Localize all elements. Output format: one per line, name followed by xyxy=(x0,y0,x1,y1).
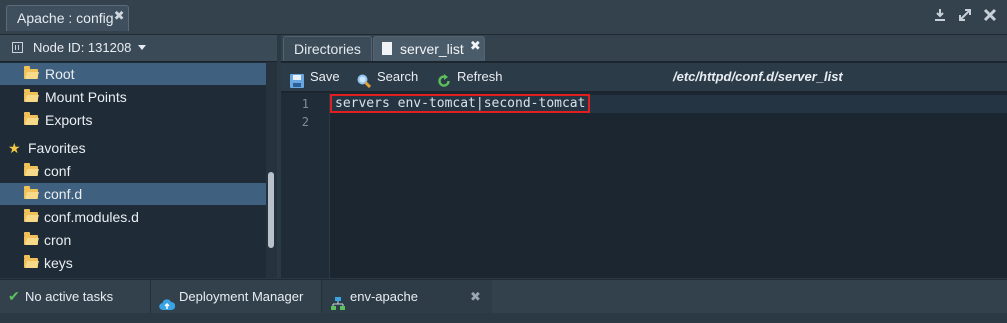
tree-item-label: Root xyxy=(45,66,75,82)
env-apache-label: env-apache xyxy=(350,289,418,304)
tree-item-root[interactable]: Root xyxy=(0,63,275,85)
save-icon xyxy=(290,70,304,88)
tree-item-exports[interactable]: Exports xyxy=(0,109,275,131)
search-button[interactable]: Search xyxy=(357,63,427,91)
highlight-box xyxy=(330,94,590,113)
environment-icon xyxy=(331,290,345,323)
app-tab-title: Apache : config xyxy=(17,10,114,26)
tree-item-label: conf.modules.d xyxy=(44,209,139,225)
task-status-label: No active tasks xyxy=(25,289,114,304)
star-icon: ★ xyxy=(8,140,21,156)
tree-item-conf-modules-d[interactable]: conf.modules.d xyxy=(0,206,275,228)
editor-tabs: Directories server_list ✖ xyxy=(281,35,1007,62)
folder-icon xyxy=(24,232,38,245)
tree-item-keys[interactable]: keys xyxy=(0,252,275,274)
folder-icon xyxy=(24,255,38,268)
tree-item-cron[interactable]: cron xyxy=(0,229,275,251)
download-icon[interactable] xyxy=(932,8,948,24)
node-selector[interactable]: Node ID: 131208 xyxy=(0,35,277,62)
scrollbar-thumb[interactable] xyxy=(268,172,274,248)
folder-icon xyxy=(24,209,38,222)
editor-panel: Directories server_list ✖ Save Search Re… xyxy=(281,35,1007,278)
tree-item-label: Exports xyxy=(45,112,93,128)
close-tab-icon[interactable]: ✖ xyxy=(114,3,125,28)
divider xyxy=(150,280,151,313)
app-tab[interactable]: Apache : config ✖ xyxy=(6,5,129,31)
close-tab-icon[interactable]: ✖ xyxy=(470,34,481,58)
editor-toolbar: Save Search Refresh /etc/httpd/conf.d/se… xyxy=(281,63,1007,92)
folder-icon xyxy=(24,163,38,176)
line-number-gutter: 1 2 xyxy=(281,93,330,278)
tree-item-label: Mount Points xyxy=(45,89,127,105)
node-id-label: Node ID: 131208 xyxy=(33,40,132,55)
tab-directories[interactable]: Directories xyxy=(283,36,372,61)
document-icon xyxy=(382,42,392,55)
deployment-manager-label: Deployment Manager xyxy=(179,289,304,304)
check-icon: ✔ xyxy=(8,288,20,304)
deployment-manager-button[interactable]: Deployment Manager xyxy=(159,280,319,313)
tree-item-label: cron xyxy=(44,232,72,248)
tree-item-label: Favorites xyxy=(28,140,86,156)
file-tree-panel: Node ID: 131208 Root Mount Points Export… xyxy=(0,35,277,278)
task-status[interactable]: ✔ No active tasks xyxy=(8,280,148,313)
close-window-icon[interactable] xyxy=(982,8,998,24)
server-icon xyxy=(12,42,23,53)
window-header: Apache : config ✖ xyxy=(0,0,1007,35)
tree-scrollbar[interactable] xyxy=(266,62,277,278)
search-label: Search xyxy=(377,69,419,84)
folder-share-icon xyxy=(24,112,38,125)
env-apache-tab[interactable]: env-apache ✖ xyxy=(322,280,492,313)
tab-label: server_list xyxy=(400,41,464,57)
taskbar: ✔ No active tasks Deployment Manager env… xyxy=(0,279,1007,313)
tree-item-label: keys xyxy=(44,255,73,271)
tree-item-conf-d[interactable]: conf.d xyxy=(0,183,275,205)
tree-item-label: conf xyxy=(44,163,71,179)
chevron-down-icon[interactable] xyxy=(138,45,146,50)
tree-item-mount-points[interactable]: Mount Points xyxy=(0,86,275,108)
tab-server-list[interactable]: server_list ✖ xyxy=(373,36,485,61)
refresh-button[interactable]: Refresh xyxy=(437,63,512,91)
folder-open-icon xyxy=(24,66,38,79)
folder-open-icon xyxy=(24,186,38,199)
tree-item-favorites[interactable]: ★ Favorites xyxy=(0,137,275,159)
tree-item-label: conf.d xyxy=(44,186,83,202)
save-button[interactable]: Save xyxy=(290,63,350,91)
cloud-upload-icon xyxy=(159,290,176,323)
code-editor[interactable]: 1 2 servers env-tomcat|second-tomcat xyxy=(281,93,1007,278)
save-label: Save xyxy=(310,69,340,84)
close-tab-icon[interactable]: ✖ xyxy=(470,280,481,313)
line-number: 2 xyxy=(301,115,309,129)
search-icon xyxy=(357,70,372,89)
folder-icon xyxy=(24,89,38,102)
line-number: 1 xyxy=(301,97,309,111)
file-path: /etc/httpd/conf.d/server_list xyxy=(673,69,843,84)
refresh-icon xyxy=(437,70,451,87)
expand-icon[interactable] xyxy=(957,8,973,24)
refresh-label: Refresh xyxy=(457,69,503,84)
tree-item-conf[interactable]: conf xyxy=(0,160,275,182)
directory-tree: Root Mount Points Exports ★ Favorites co… xyxy=(0,62,275,278)
